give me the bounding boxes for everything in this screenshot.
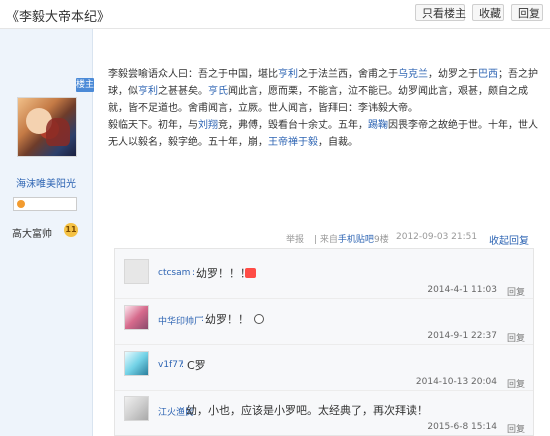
emoji-icon (245, 268, 256, 278)
emoji-icon (254, 314, 264, 324)
user-level-icons (13, 197, 77, 211)
only-op-button[interactable]: 只看楼主 (415, 4, 466, 21)
reply-text: 幼罗！！ (205, 313, 249, 326)
keyword-link[interactable]: 踢鞠 (368, 120, 388, 131)
user-level-title: 高大富帅 (12, 229, 52, 240)
reply-text: 幼罗！！！ (196, 267, 251, 280)
user-level-badge: 11 (64, 223, 78, 237)
page-header: 《李毅大帝本纪》 只看楼主 收藏 回复 (0, 0, 550, 29)
reply-item: 中华印帅厂 : 幼罗！！ 2014-9-1 22:37 回复 (115, 300, 533, 345)
user-avatar[interactable] (17, 97, 77, 157)
reply-avatar[interactable] (124, 305, 149, 330)
post-text: 之于法兰西，舍甫之于 (298, 69, 398, 80)
flame-icon (17, 200, 25, 208)
floor-number: 9楼 (374, 235, 389, 245)
reply-avatar[interactable] (124, 351, 149, 376)
client-link[interactable]: 手机贴吧 (338, 235, 374, 245)
op-badge: 楼主 (76, 78, 95, 92)
report-link[interactable]: 举报 (286, 232, 304, 245)
collapse-replies-link[interactable]: 收起回复 (489, 232, 529, 247)
reply-action-button[interactable]: 回复 (507, 285, 525, 298)
reply-action-button[interactable]: 回复 (507, 331, 525, 344)
post-text: 之甚甚矣。 (158, 86, 208, 97)
reply-username[interactable]: v1f77 (158, 360, 184, 370)
from-client: | 来自手机贴吧 (314, 232, 374, 245)
page-title: 《李毅大帝本纪》 (6, 10, 111, 25)
reply-colon: : (181, 360, 185, 370)
favorite-button[interactable]: 收藏 (472, 4, 504, 21)
reply-action-button[interactable]: 回复 (507, 377, 525, 390)
keyword-link[interactable]: 乌克兰 (398, 69, 428, 80)
reply-time: 2014-9-1 22:37 (427, 331, 497, 341)
post-text: 竞，弗傅，毁看台十余丈。五年， (218, 120, 368, 131)
post-text: 毅临天下。初年，与 (108, 120, 198, 131)
reply-colon: : (192, 268, 196, 278)
reply-action-button[interactable]: 回复 (507, 422, 525, 435)
reply-username[interactable]: ctcsam (158, 268, 190, 278)
reply-avatar[interactable] (124, 396, 149, 421)
tieba-post-page: 《李毅大帝本纪》 只看楼主 收藏 回复 楼主 海沫唯美阳光 高大富帅 11 李毅… (0, 0, 550, 436)
post-content: 李毅尝喻语众人曰：吾之于中国，堪比亨利之于法兰西，舍甫之于乌克兰，幼罗之于巴西；… (108, 66, 538, 151)
post-text: ，幼罗之于 (428, 69, 478, 80)
reply-item: v1f77 : C罗 2014-10-13 20:04 回复 (115, 346, 533, 391)
post-paragraph-1: 李毅尝喻语众人曰：吾之于中国，堪比亨利之于法兰西，舍甫之于乌克兰，幼罗之于巴西；… (108, 66, 538, 117)
post-paragraph-2: 毅临天下。初年，与刘翔竞，弗傅，毁看台十余丈。五年，踢鞠因畏李帝之故绝于世。十年… (108, 117, 538, 151)
reply-time: 2014-4-1 11:03 (427, 285, 497, 295)
reply-text: C罗 (187, 359, 206, 372)
post-tail: 举报 | 来自手机贴吧 9楼 2012-09-03 21:51 收起回复 (286, 232, 536, 247)
post-text: ，自裁。 (318, 137, 358, 148)
reply-colon: : (201, 314, 205, 324)
keyword-link[interactable]: 亨利 (278, 69, 298, 80)
reply-item: ctcsam : 幼罗！！！ 2014-4-1 11:03 回复 (115, 254, 533, 299)
post-time: 2012-09-03 21:51 (396, 232, 478, 242)
keyword-link[interactable]: 亨氏 (208, 86, 228, 97)
keyword-link[interactable]: 巴西 (478, 69, 498, 80)
reply-text: 幼，小也，应该是小罗吧。太经典了，再次拜读！ (186, 404, 428, 417)
reply-username[interactable]: 中华印帅厂 (158, 314, 203, 327)
reply-colon: : (182, 405, 186, 415)
from-prefix: | 来自 (314, 235, 338, 245)
reply-time: 2014-10-13 20:04 (415, 377, 497, 387)
reply-avatar[interactable] (124, 259, 149, 284)
post-text: 李毅尝喻语众人曰：吾之于中国，堪比 (108, 69, 278, 80)
keyword-link[interactable]: 禅于毅 (288, 137, 318, 148)
keyword-link[interactable]: 亨利 (138, 86, 158, 97)
reply-time: 2015-6-8 15:14 (427, 422, 497, 432)
keyword-link[interactable]: 刘翔 (198, 120, 218, 131)
keyword-link[interactable]: 王帝 (268, 137, 288, 148)
reply-button[interactable]: 回复 (511, 4, 543, 21)
reply-list: ctcsam : 幼罗！！！ 2014-4-1 11:03 回复 中华印帅厂 :… (114, 248, 534, 436)
user-panel: 楼主 海沫唯美阳光 高大富帅 11 (0, 29, 95, 436)
username[interactable]: 海沫唯美阳光 (0, 175, 92, 190)
reply-item: 江火渔民 : 幼，小也，应该是小罗吧。太经典了，再次拜读！ 2015-6-8 1… (115, 391, 533, 435)
